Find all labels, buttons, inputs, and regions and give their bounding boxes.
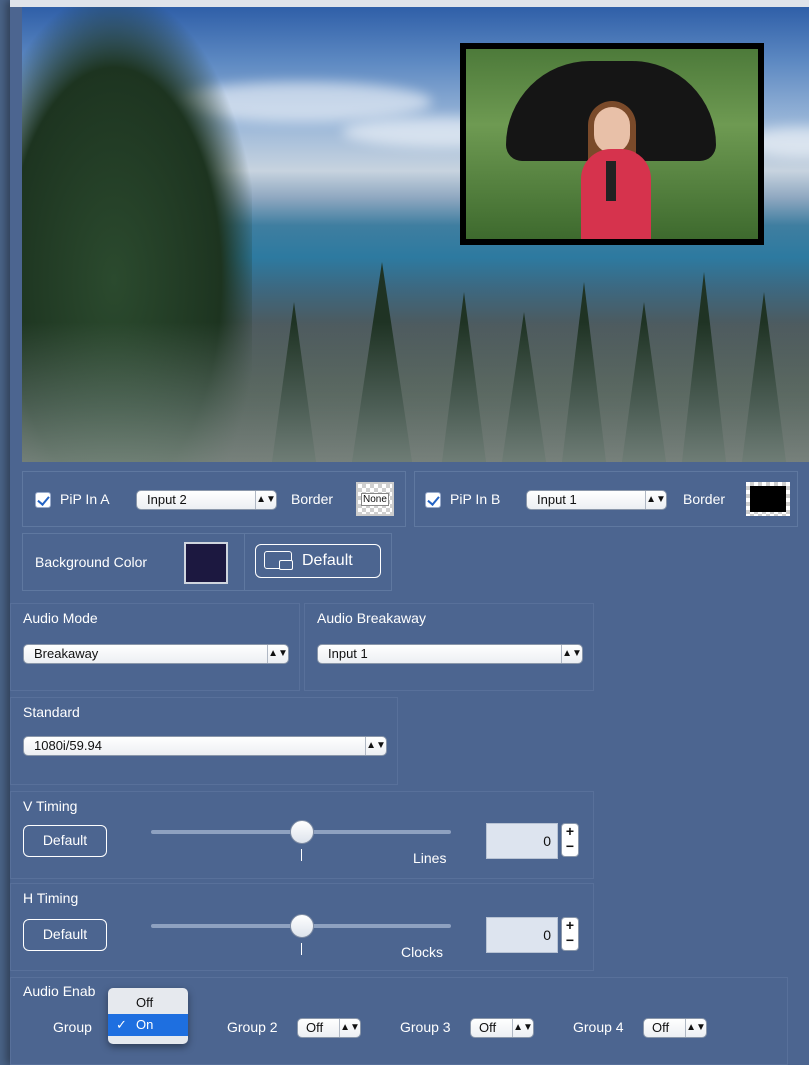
h-timing-label: H Timing: [23, 890, 79, 906]
v-timing-value-field[interactable]: 0: [486, 823, 558, 859]
settings-window: PiP In A Input 2 ▲▼ Border None PiP In B…: [10, 0, 809, 1065]
default-layout-label: Default: [302, 552, 353, 569]
standard-label: Standard: [23, 704, 80, 720]
default-layout-button[interactable]: Default: [255, 544, 381, 578]
group-3-label: Group 3: [400, 1019, 451, 1035]
audio-mode-value: Breakaway: [34, 646, 99, 661]
audio-breakaway-value: Input 1: [328, 646, 368, 661]
standard-panel: Standard 1080i/59.94 ▲▼: [10, 697, 398, 785]
pip-a-border-label: Border: [291, 491, 334, 507]
v-timing-slider-knob[interactable]: [290, 820, 314, 844]
slider-center-tick: [301, 849, 302, 861]
pip-b-label: PiP In B: [450, 491, 501, 507]
popup-arrows-icon: ▲▼: [685, 1019, 706, 1037]
pip-b-panel: PiP In B Input 1 ▲▼ Border: [414, 471, 798, 527]
pip-b-border-swatch[interactable]: [746, 482, 790, 516]
default-layout-panel: Default: [244, 533, 392, 591]
popup-arrows-icon: ▲▼: [267, 645, 288, 663]
v-timing-unit: Lines: [413, 850, 447, 866]
h-timing-unit: Clocks: [401, 944, 444, 960]
h-timing-default-button[interactable]: Default: [23, 919, 107, 951]
pip-a-input-select[interactable]: Input 2 ▲▼: [136, 490, 277, 510]
pip-a-input-value: Input 2: [147, 492, 187, 507]
popup-arrows-icon: ▲▼: [561, 645, 582, 663]
group-3-value: Off: [479, 1020, 497, 1035]
pip-window: [460, 43, 764, 245]
snow-overlay: [22, 322, 809, 462]
pip-layout-icon: [264, 551, 293, 570]
h-timing-slider-knob[interactable]: [290, 914, 314, 938]
window-top-edge: [10, 0, 809, 7]
pip-b-input-value: Input 1: [537, 492, 577, 507]
pip-a-label: PiP In A: [60, 491, 110, 507]
audio-mode-label: Audio Mode: [23, 610, 98, 626]
background-color-label: Background Color: [35, 554, 148, 570]
audio-mode-panel: Audio Mode Breakaway ▲▼: [10, 603, 300, 691]
reporter: [581, 149, 651, 239]
standard-select[interactable]: 1080i/59.94 ▲▼: [23, 736, 387, 756]
audio-breakaway-select[interactable]: Input 1 ▲▼: [317, 644, 583, 664]
group-2-select[interactable]: Off ▲▼: [297, 1018, 361, 1038]
h-timing-panel: H Timing Default Clocks 0 + −: [10, 883, 594, 971]
menu-item-on[interactable]: On: [108, 1014, 188, 1036]
video-preview: [22, 7, 809, 462]
pip-a-panel: PiP In A Input 2 ▲▼ Border None: [22, 471, 406, 527]
audio-breakaway-panel: Audio Breakaway Input 1 ▲▼: [304, 603, 594, 691]
background-panel: Background Color: [22, 533, 248, 591]
pip-b-border-label: Border: [683, 491, 726, 507]
pip-b-input-select[interactable]: Input 1 ▲▼: [526, 490, 667, 510]
h-timing-stepper[interactable]: + −: [561, 917, 579, 951]
group-4-label: Group 4: [573, 1019, 624, 1035]
popup-arrows-icon: ▲▼: [645, 491, 666, 509]
v-timing-default-button[interactable]: Default: [23, 825, 107, 857]
group-3-select[interactable]: Off ▲▼: [470, 1018, 534, 1038]
audio-enable-label: Audio Enab: [23, 983, 96, 999]
popup-arrows-icon: ▲▼: [339, 1019, 360, 1037]
background-color-swatch[interactable]: [184, 542, 228, 584]
group-4-select[interactable]: Off ▲▼: [643, 1018, 707, 1038]
v-timing-panel: V Timing Default Lines 0 + −: [10, 791, 594, 879]
border-none-text: None: [361, 493, 389, 506]
standard-value: 1080i/59.94: [34, 738, 102, 753]
group-1-dropdown-menu: Off On: [108, 988, 188, 1044]
popup-arrows-icon: ▲▼: [365, 737, 386, 755]
v-timing-stepper[interactable]: + −: [561, 823, 579, 857]
reporter-face: [594, 107, 630, 153]
slider-center-tick: [301, 943, 302, 955]
pip-b-checkbox[interactable]: [425, 492, 441, 508]
group-2-label: Group 2: [227, 1019, 278, 1035]
popup-arrows-icon: ▲▼: [255, 491, 276, 509]
group-4-value: Off: [652, 1020, 670, 1035]
group-2-value: Off: [306, 1020, 324, 1035]
menu-item-off[interactable]: Off: [108, 992, 188, 1014]
audio-mode-select[interactable]: Breakaway ▲▼: [23, 644, 289, 664]
popup-arrows-icon: ▲▼: [512, 1019, 533, 1037]
pip-a-border-swatch[interactable]: None: [356, 482, 394, 516]
v-timing-label: V Timing: [23, 798, 78, 814]
microphone: [606, 161, 616, 201]
h-timing-value-field[interactable]: 0: [486, 917, 558, 953]
border-color-fill: [750, 486, 786, 512]
group-1-label: Group: [53, 1019, 92, 1035]
pip-a-checkbox[interactable]: [35, 492, 51, 508]
audio-breakaway-label: Audio Breakaway: [317, 610, 426, 626]
